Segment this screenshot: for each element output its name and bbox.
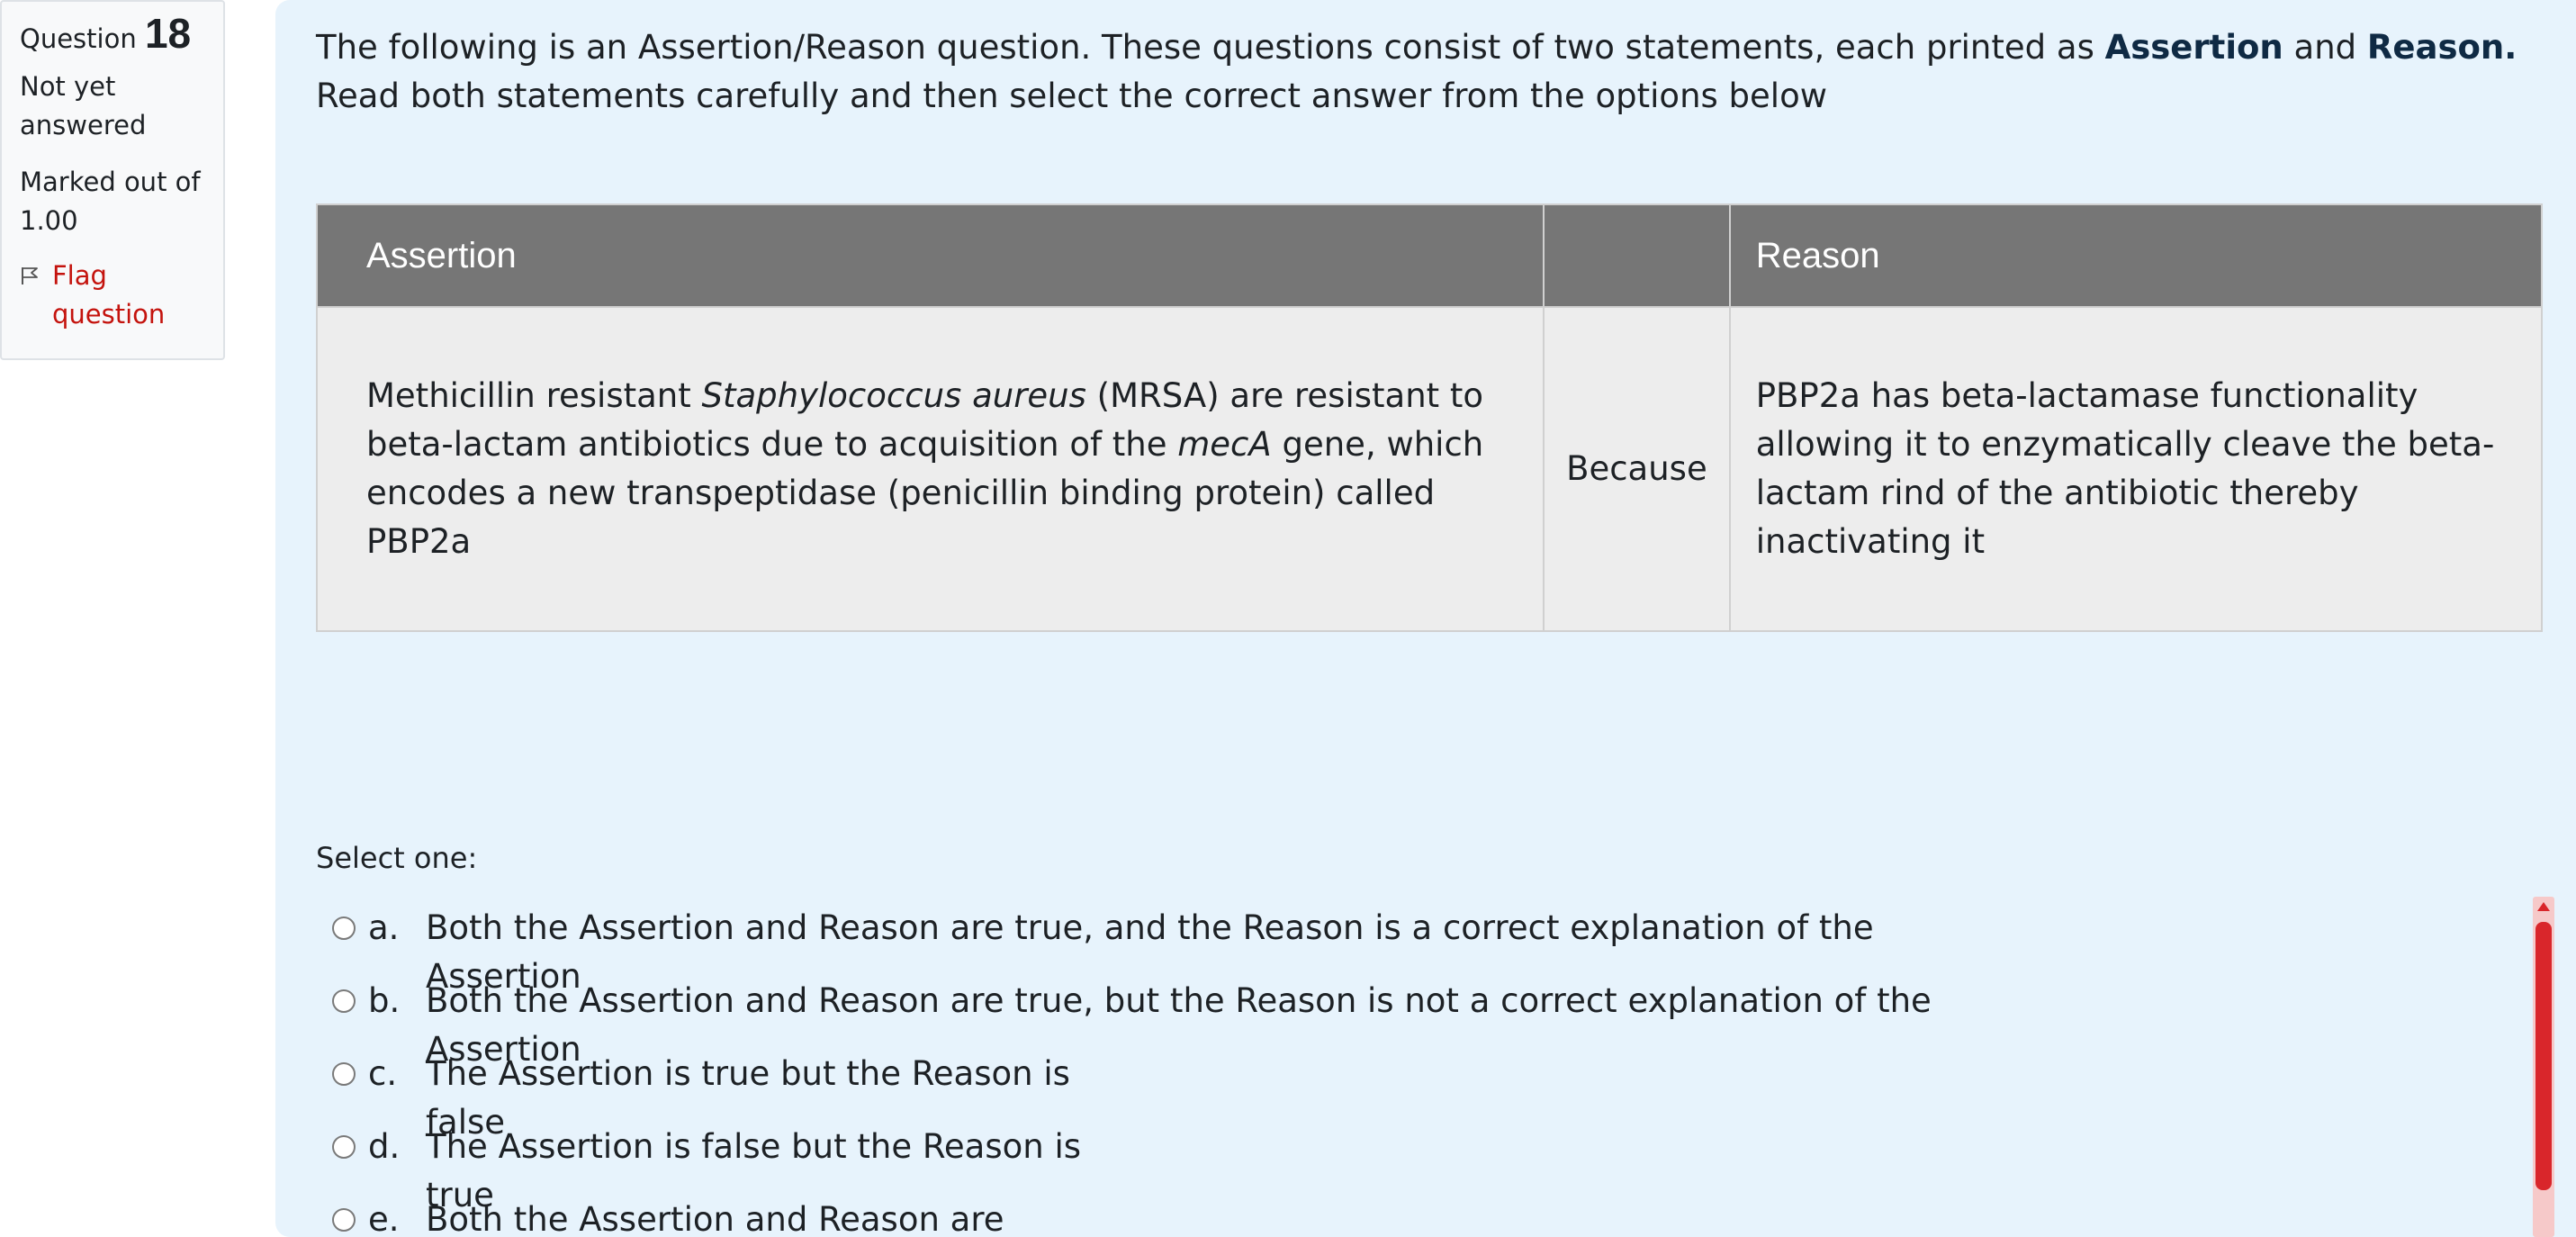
question-info-panel: Question 18 Not yet answered Marked out … xyxy=(0,0,225,360)
answer-text: Both the Assertion and Reason are true, … xyxy=(426,977,1932,1069)
intro-text: The following is an Assertion/Reason que… xyxy=(316,28,2105,67)
answer-text: Both the Assertion and Reason are true, … xyxy=(426,904,1874,996)
table-row: Methicillin resistant Staphylococcus aur… xyxy=(315,306,2544,632)
answer-letter: a. xyxy=(368,908,400,947)
answer-line-1: Both the Assertion and Reason are true, … xyxy=(426,908,1874,947)
flag-question-link[interactable]: Flag question xyxy=(20,257,205,334)
radio-unchecked-icon[interactable] xyxy=(332,989,356,1013)
answer-line-1: The Assertion is true but the Reason is xyxy=(426,1054,1070,1093)
intro-bold-reason: Reason. xyxy=(2366,28,2517,67)
intro-bold-assertion: Assertion xyxy=(2104,28,2283,67)
answer-letter: e. xyxy=(368,1200,400,1237)
radio-unchecked-icon[interactable] xyxy=(332,916,356,940)
question-number: 18 xyxy=(144,10,192,57)
answer-text: The Assertion is true but the Reason is … xyxy=(426,1050,1070,1142)
assertion-text-1: Methicillin resistant xyxy=(366,376,702,415)
answer-line-1: The Assertion is false but the Reason is xyxy=(426,1127,1082,1166)
answer-option-e[interactable]: e. Both the Assertion and Reason are xyxy=(332,1196,1004,1237)
question-grade: Marked out of 1.00 xyxy=(20,167,201,236)
flag-question-label: Flag question xyxy=(52,260,166,330)
header-middle xyxy=(1543,203,1731,308)
radio-unchecked-icon[interactable] xyxy=(332,1208,356,1232)
reason-cell: PBP2a has beta-lactamase functionality a… xyxy=(1728,306,2544,632)
header-reason: Reason xyxy=(1728,203,2544,308)
answer-option-d[interactable]: d. The Assertion is false but the Reason… xyxy=(332,1123,1082,1214)
table-header-row: Assertion Reason xyxy=(315,203,2544,308)
answer-option-a[interactable]: a. Both the Assertion and Reason are tru… xyxy=(332,904,1874,996)
question-state: Not yet answered xyxy=(20,71,147,140)
answer-option-c[interactable]: c. The Assertion is true but the Reason … xyxy=(332,1050,1070,1142)
assertion-gene: mecA xyxy=(1177,425,1272,464)
radio-unchecked-icon[interactable] xyxy=(332,1062,356,1086)
question-label: Question xyxy=(20,23,137,54)
assertion-cell: Methicillin resistant Staphylococcus aur… xyxy=(315,306,1545,632)
intro-instruction: Read both statements carefully and then … xyxy=(316,77,1827,115)
intro-and: and xyxy=(2283,28,2367,67)
arrow-up-icon[interactable] xyxy=(2537,902,2550,911)
flag-icon xyxy=(22,267,38,284)
radio-unchecked-icon[interactable] xyxy=(332,1135,356,1159)
answer-letter: c. xyxy=(368,1054,398,1093)
answer-text: The Assertion is false but the Reason is… xyxy=(426,1123,1082,1214)
because-cell: Because xyxy=(1543,306,1731,632)
assertion-reason-table: Assertion Reason Methicillin resistant S… xyxy=(315,203,2544,632)
assertion-species: Staphylococcus aureus xyxy=(701,376,1086,415)
answer-option-b[interactable]: b. Both the Assertion and Reason are tru… xyxy=(332,977,1932,1069)
question-number-line: Question 18 xyxy=(20,13,205,59)
answer-line-1: Both the Assertion and Reason are xyxy=(426,1200,1004,1237)
answer-letter: b. xyxy=(368,981,401,1020)
question-content: The following is an Assertion/Reason que… xyxy=(275,0,2576,1237)
header-assertion: Assertion xyxy=(315,203,1545,308)
select-one-prompt: Select one: xyxy=(316,841,478,875)
scrollbar-thumb[interactable] xyxy=(2535,922,2552,1190)
answers-scrollbar[interactable] xyxy=(2533,897,2554,1237)
question-intro: The following is an Assertion/Reason que… xyxy=(316,23,2548,121)
answer-line-1: Both the Assertion and Reason are true, … xyxy=(426,981,1932,1020)
answer-letter: d. xyxy=(368,1127,401,1166)
answer-text: Both the Assertion and Reason are xyxy=(426,1196,1004,1237)
